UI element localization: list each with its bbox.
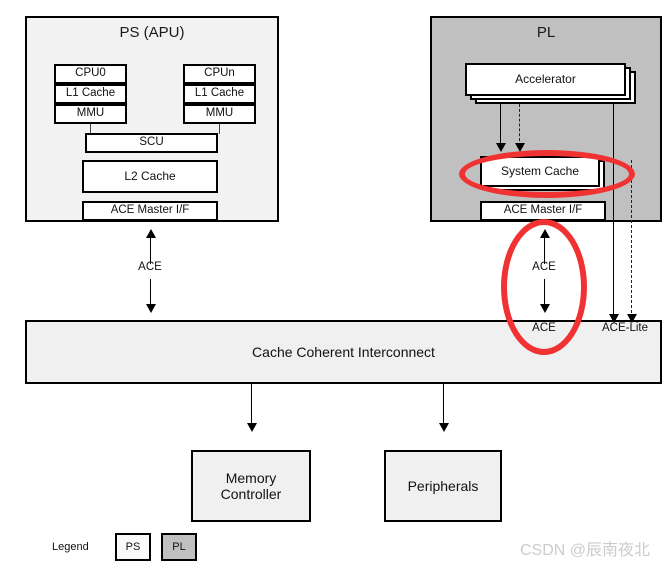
node-peripherals: Peripherals — [384, 450, 502, 522]
ps-region-title: PS (APU) — [119, 24, 185, 41]
arrowhead-ps-ace-down — [146, 304, 156, 313]
port-label-ace-lite: ACE-Lite — [601, 322, 649, 334]
node-cpun-mmu: MMU — [183, 104, 256, 124]
legend-swatch-pl: PL — [161, 533, 197, 561]
connector-interconnect-to-peripherals — [443, 384, 444, 426]
annotation-ellipse-system-cache — [459, 150, 635, 198]
arrowhead-memory-controller — [247, 423, 257, 432]
pl-region-title: PL — [536, 24, 556, 41]
csdn-watermark: CSDN @辰南夜北 — [520, 542, 651, 559]
arrowhead-accelerator-to-system-cache — [496, 143, 506, 152]
edge-label-ps-ace: ACE — [138, 261, 162, 273]
memory-controller-line-2: Controller — [220, 486, 282, 502]
connector-ace-lite-solid — [613, 96, 614, 323]
node-ps-ace-master-if: ACE Master I/F — [82, 201, 218, 221]
annotation-ellipse-ace-path — [501, 219, 587, 355]
connector-accelerator-to-system-cache — [500, 104, 501, 146]
connector-ace-lite-dashed — [631, 160, 632, 323]
connector-interconnect-to-memory-controller — [251, 384, 252, 426]
node-cpu0-mmu: MMU — [54, 104, 127, 124]
node-cpu0-l1-cache: L1 Cache — [54, 84, 127, 104]
node-accelerator: Accelerator — [465, 63, 626, 96]
node-cpu0: CPU0 — [54, 64, 127, 84]
legend-swatch-ps: PS — [115, 533, 151, 561]
node-pl-ace-master-if: ACE Master I/F — [480, 201, 606, 221]
diagram-canvas: PS (APU) CPU0 L1 Cache MMU CPUn L1 Cache… — [0, 0, 672, 564]
node-memory-controller: Memory Controller — [191, 450, 311, 522]
connector-ps-ace-lower — [150, 279, 151, 305]
node-scu: SCU — [85, 133, 218, 153]
arrowhead-peripherals — [439, 423, 449, 432]
arrowhead-ps-ace-up — [146, 229, 156, 238]
node-cpun-l1-cache: L1 Cache — [183, 84, 256, 104]
connector-cpun-to-scu — [219, 124, 220, 134]
node-cpun: CPUn — [183, 64, 256, 84]
memory-controller-line-1: Memory — [225, 469, 277, 486]
node-l2-cache: L2 Cache — [82, 160, 218, 193]
legend-title: Legend — [52, 541, 89, 553]
connector-accelerator-to-system-cache-dashed — [519, 104, 520, 146]
